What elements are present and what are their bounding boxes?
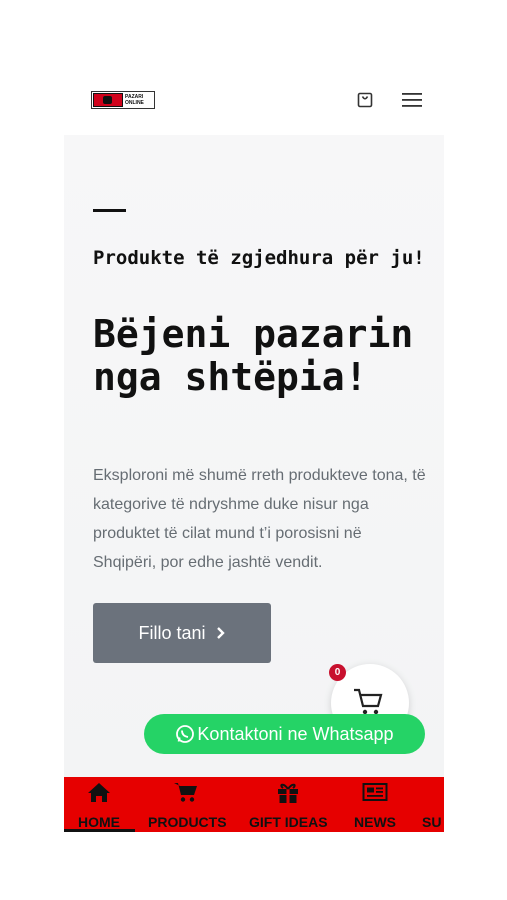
cart-icon bbox=[174, 783, 197, 802]
whatsapp-icon bbox=[176, 725, 195, 743]
logo-text: PAZARI ONLINE bbox=[125, 94, 144, 106]
cart-icon bbox=[354, 688, 383, 715]
bottom-navigation: HOME PRODUCTS GIFT IDEAS NEWS SU bbox=[64, 777, 444, 832]
hero-description: Eksploroni më shumë rreth produkteve ton… bbox=[93, 467, 426, 571]
page: PAZARI ONLINE Produkte të zgjedhura për … bbox=[0, 0, 507, 900]
start-now-label: Fillo tani bbox=[138, 622, 206, 643]
albanian-flag-icon bbox=[93, 93, 123, 107]
hero-eyebrow: Produkte të zgjedhura për ju! bbox=[93, 247, 425, 269]
nav-label-home: HOME bbox=[78, 814, 120, 830]
hero-title: Bëjeni pazarin nga shtëpia! bbox=[93, 312, 414, 399]
shopping-bag-icon[interactable] bbox=[357, 92, 373, 108]
nav-label-gift-ideas: GIFT IDEAS bbox=[249, 814, 328, 830]
hero-divider bbox=[93, 209, 126, 212]
nav-label-news: NEWS bbox=[354, 814, 396, 830]
chevron-right-icon bbox=[216, 627, 225, 639]
newspaper-icon bbox=[362, 783, 388, 801]
whatsapp-contact-button[interactable]: Kontaktoni ne Whatsapp bbox=[144, 714, 425, 754]
nav-label-products: PRODUCTS bbox=[148, 814, 227, 830]
nav-item-home[interactable]: HOME bbox=[64, 777, 135, 832]
whatsapp-label: Kontaktoni ne Whatsapp bbox=[197, 723, 394, 744]
gift-icon bbox=[278, 783, 298, 803]
nav-item-gift-ideas[interactable]: GIFT IDEAS bbox=[237, 777, 340, 832]
nav-label-support: SU bbox=[422, 814, 442, 830]
nav-item-products[interactable]: PRODUCTS bbox=[135, 777, 237, 832]
cart-count-badge: 0 bbox=[329, 664, 346, 681]
site-logo[interactable]: PAZARI ONLINE bbox=[91, 91, 155, 109]
start-now-button[interactable]: Fillo tani bbox=[93, 603, 271, 663]
nav-item-support[interactable]: SU bbox=[410, 777, 444, 832]
hamburger-menu-icon[interactable] bbox=[402, 92, 422, 108]
active-tab-indicator bbox=[64, 829, 135, 832]
nav-item-news[interactable]: NEWS bbox=[340, 777, 410, 832]
home-icon bbox=[88, 783, 110, 802]
